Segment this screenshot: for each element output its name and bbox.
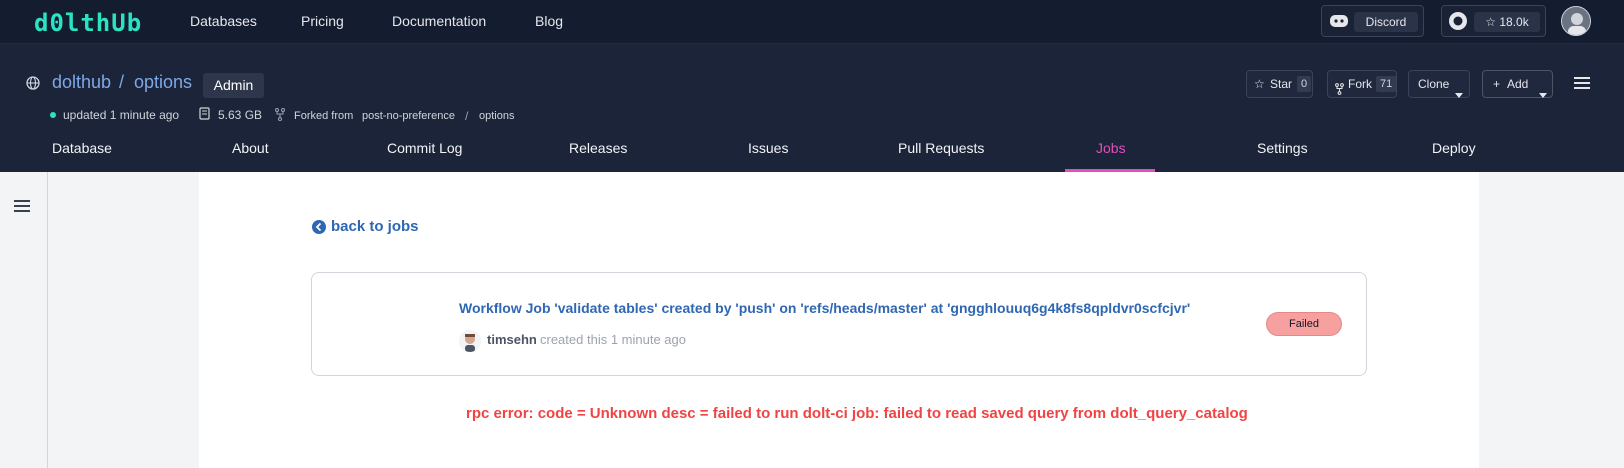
sidebar-toggle-icon[interactable] (14, 199, 30, 217)
fork-count: 71 (1376, 76, 1397, 92)
fork-label: Fork (1348, 77, 1372, 91)
fork-icon (275, 108, 285, 124)
github-stars-button[interactable]: ☆ 18.0k (1441, 5, 1546, 37)
forked-owner-link[interactable]: post-no-preference (362, 110, 455, 122)
disk-icon (199, 107, 210, 123)
star-icon: ☆ (1254, 77, 1265, 91)
nav-databases[interactable]: Databases (190, 13, 257, 29)
fork-icon (1335, 78, 1344, 104)
top-navbar: d0lthUb Databases Pricing Documentation … (0, 0, 1624, 44)
star-count: 0 (1297, 76, 1312, 92)
tab-database[interactable]: Database (52, 140, 112, 156)
clone-label: Clone (1418, 77, 1450, 91)
status-badge: Failed (1266, 312, 1342, 336)
back-circle-arrow-icon[interactable] (312, 220, 326, 239)
github-icon (1448, 11, 1468, 36)
star-icon: ☆ (1485, 15, 1497, 29)
back-to-jobs-link[interactable]: back to jobs (331, 218, 419, 235)
job-created-text: created this 1 minute ago (540, 332, 686, 347)
nav-blog[interactable]: Blog (535, 13, 563, 29)
repo-name-link[interactable]: options (134, 72, 192, 93)
plus-icon: + (1493, 77, 1501, 91)
fork-button[interactable]: Fork 71 (1327, 70, 1397, 98)
star-button[interactable]: ☆ Star 0 (1246, 70, 1313, 98)
job-user-link[interactable]: timsehn (487, 332, 537, 347)
forked-from-label: Forked from (294, 110, 354, 122)
tab-settings[interactable]: Settings (1257, 140, 1308, 156)
error-message: rpc error: code = Unknown desc = failed … (466, 405, 1248, 422)
github-stars-count: ☆ 18.0k (1474, 12, 1540, 32)
nav-pricing[interactable]: Pricing (301, 13, 344, 29)
chevron-down-icon (1455, 81, 1463, 107)
forked-path-separator: / (465, 109, 469, 123)
tab-about[interactable]: About (232, 140, 269, 156)
repo-owner-link[interactable]: dolthub (52, 72, 111, 93)
dolthub-logo[interactable]: d0lthUb (34, 9, 142, 37)
globe-icon (26, 76, 40, 95)
discord-icon (1329, 13, 1349, 34)
user-avatar[interactable] (1561, 6, 1591, 36)
job-card (311, 272, 1367, 376)
star-label: Star (1270, 77, 1293, 91)
nav-documentation[interactable]: Documentation (392, 13, 486, 29)
tab-jobs[interactable]: Jobs (1096, 140, 1126, 156)
clone-button[interactable]: Clone (1408, 70, 1470, 98)
discord-button[interactable]: Discord (1321, 5, 1424, 37)
tab-releases[interactable]: Releases (569, 140, 627, 156)
admin-badge: Admin (203, 73, 264, 98)
status-dot (50, 112, 56, 118)
add-button[interactable]: + Add (1482, 70, 1553, 98)
tab-pull-requests[interactable]: Pull Requests (898, 140, 984, 156)
add-label: Add (1507, 77, 1529, 91)
tab-commit-log[interactable]: Commit Log (387, 140, 462, 156)
forked-repo-link[interactable]: options (479, 110, 514, 122)
user-avatar (459, 330, 481, 352)
tab-issues[interactable]: Issues (748, 140, 788, 156)
chevron-down-icon (1539, 81, 1547, 107)
repo-path-separator: / (119, 72, 125, 92)
discord-label: Discord (1354, 12, 1418, 32)
left-sidebar (0, 172, 48, 468)
tab-deploy[interactable]: Deploy (1432, 140, 1476, 156)
repo-size: 5.63 GB (218, 108, 263, 122)
hamburger-menu-icon[interactable] (1574, 76, 1590, 94)
job-title-link[interactable]: Workflow Job 'validate tables' created b… (459, 300, 1190, 316)
updated-text: updated 1 minute ago (63, 108, 180, 122)
